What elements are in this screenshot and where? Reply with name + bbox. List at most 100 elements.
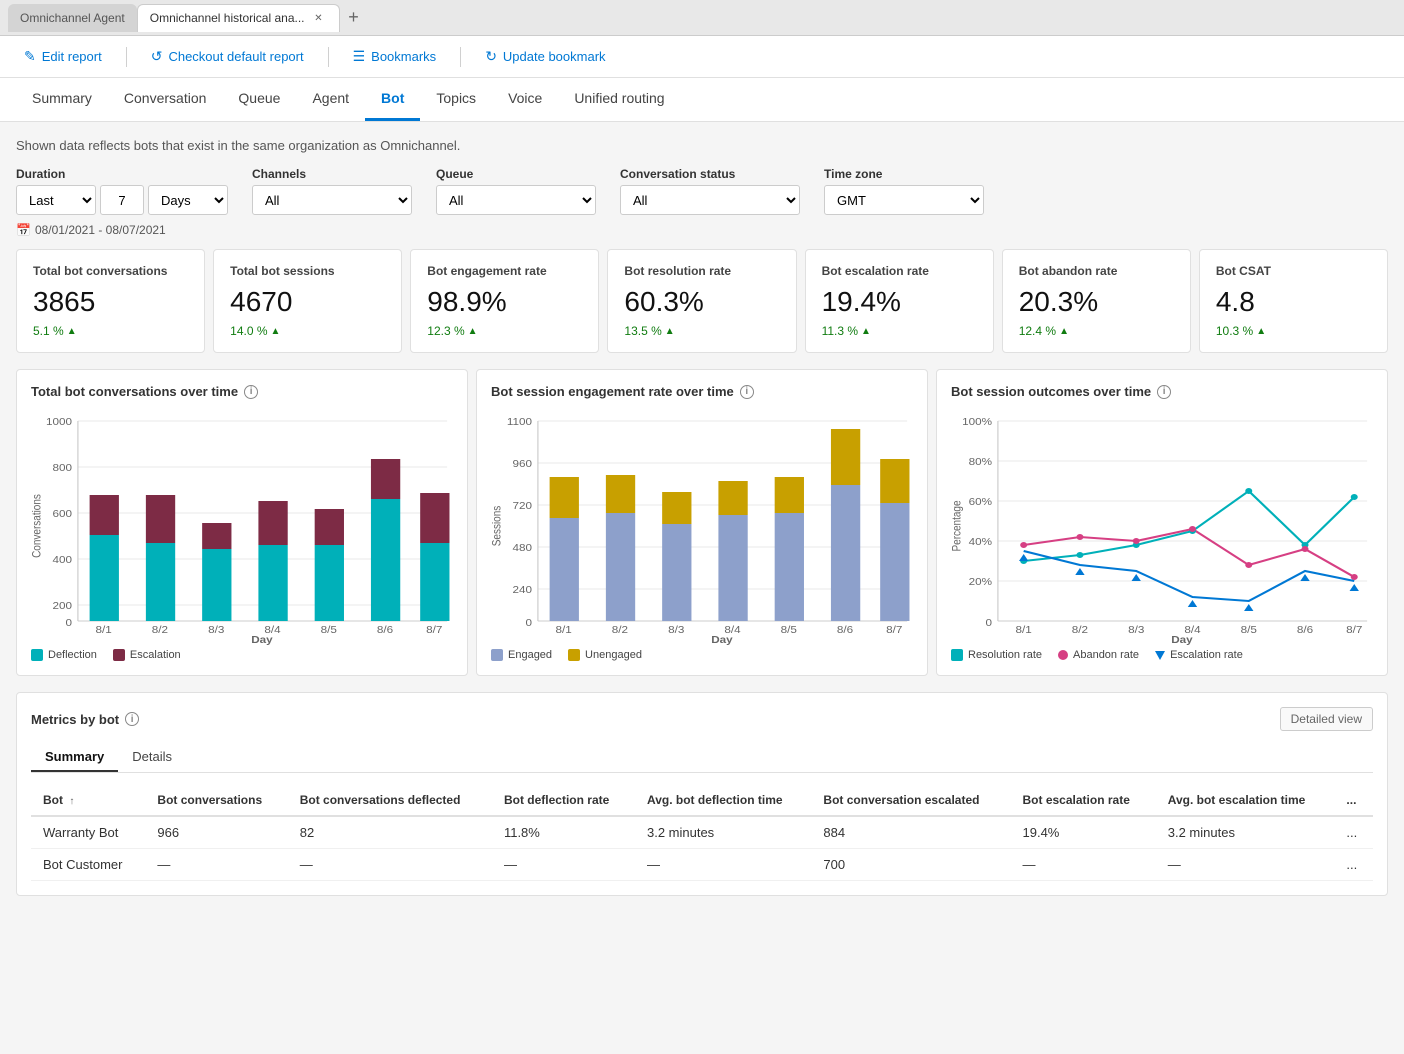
- duration-label: Duration: [16, 167, 228, 181]
- col-bot[interactable]: Bot ↑: [31, 785, 145, 816]
- nav-tab-agent[interactable]: Agent: [296, 78, 365, 121]
- bookmarks-button[interactable]: ☰ Bookmarks: [345, 44, 445, 69]
- nav-tab-conversation[interactable]: Conversation: [108, 78, 223, 121]
- col-avg-bot-deflection-time[interactable]: Avg. bot deflection time: [635, 785, 811, 816]
- info-icon[interactable]: i: [244, 385, 258, 399]
- svg-text:8/7: 8/7: [1346, 625, 1362, 636]
- svg-text:1100: 1100: [507, 417, 532, 428]
- channels-select[interactable]: All: [252, 185, 412, 215]
- nav-tab-queue[interactable]: Queue: [222, 78, 296, 121]
- kpi-value: 20.3%: [1019, 286, 1174, 318]
- legend-label: Escalation: [130, 649, 181, 661]
- svg-text:8/1: 8/1: [556, 625, 572, 636]
- tab-close-icon[interactable]: ✕: [311, 10, 327, 26]
- checkout-default-label: Checkout default report: [168, 49, 303, 64]
- info-icon[interactable]: i: [125, 712, 139, 726]
- filter-queue: Queue All: [436, 167, 596, 215]
- chart-title: Bot session outcomes over time i: [951, 384, 1373, 399]
- chart-legend: Deflection Escalation: [31, 649, 453, 661]
- legend-engaged: Engaged: [491, 649, 552, 661]
- nav-tab-topics[interactable]: Topics: [420, 78, 492, 121]
- toolbar-divider-3: [460, 47, 461, 67]
- svg-text:8/6: 8/6: [837, 625, 853, 636]
- svg-text:8/6: 8/6: [1297, 625, 1313, 636]
- metrics-title: Metrics by bot i: [31, 712, 139, 727]
- kpi-total-bot-sessions: Total bot sessions 4670 14.0 % ▲: [213, 249, 402, 353]
- legend-abandon-rate: Abandon rate: [1058, 649, 1139, 661]
- svg-text:0: 0: [66, 618, 73, 629]
- legend-color: [31, 649, 43, 661]
- col-avg-bot-escalation-time[interactable]: Avg. bot escalation time: [1156, 785, 1335, 816]
- duration-unit-select[interactable]: Days: [148, 185, 228, 215]
- chart-area: 1000 800 600 400 200 0: [31, 411, 453, 641]
- svg-text:Day: Day: [711, 635, 732, 646]
- kpi-bot-abandon-rate: Bot abandon rate 20.3% 12.4 % ▲: [1002, 249, 1191, 353]
- kpi-value: 3865: [33, 286, 188, 318]
- col-more: ...: [1334, 785, 1373, 816]
- cell-more: ...: [1334, 849, 1373, 881]
- duration-inputs: Last Days: [16, 185, 228, 215]
- update-bookmark-button[interactable]: ↻ Update bookmark: [477, 44, 613, 69]
- cell-bot-name: Warranty Bot: [31, 816, 145, 849]
- cell-avg-escalation: 3.2 minutes: [1156, 816, 1335, 849]
- sub-tab-details[interactable]: Details: [118, 743, 186, 772]
- nav-tab-summary[interactable]: Summary: [16, 78, 108, 121]
- timezone-select[interactable]: GMT: [824, 185, 984, 215]
- nav-tab-unified-routing[interactable]: Unified routing: [558, 78, 680, 121]
- info-icon[interactable]: i: [740, 385, 754, 399]
- svg-text:Percentage: Percentage: [951, 500, 964, 551]
- chart-bot-session-engagement: Bot session engagement rate over time i …: [476, 369, 928, 676]
- cell-deflection-rate: 11.8%: [492, 816, 635, 849]
- chart-title: Total bot conversations over time i: [31, 384, 453, 399]
- nav-tab-voice[interactable]: Voice: [492, 78, 558, 121]
- svg-text:Day: Day: [251, 635, 272, 646]
- filter-channels: Channels All: [252, 167, 412, 215]
- up-arrow-icon: ▲: [665, 326, 675, 337]
- svg-text:200: 200: [52, 601, 72, 612]
- detailed-view-button[interactable]: Detailed view: [1280, 707, 1373, 731]
- kpi-title: Bot escalation rate: [822, 264, 977, 278]
- svg-text:8/7: 8/7: [426, 625, 442, 636]
- col-bot-conversation-escalated[interactable]: Bot conversation escalated: [811, 785, 1010, 816]
- date-range-text: 08/01/2021 - 08/07/2021: [35, 223, 166, 237]
- kpi-title: Total bot sessions: [230, 264, 385, 278]
- toolbar: ✎ Edit report ↺ Checkout default report …: [0, 36, 1404, 78]
- svg-text:8/1: 8/1: [1016, 625, 1032, 636]
- conversation-status-label: Conversation status: [620, 167, 800, 181]
- cell-escalation-rate: —: [1011, 849, 1156, 881]
- col-bot-conversations[interactable]: Bot conversations: [145, 785, 287, 816]
- col-bot-escalation-rate[interactable]: Bot escalation rate: [1011, 785, 1156, 816]
- filter-timezone: Time zone GMT: [824, 167, 984, 215]
- col-bot-conversations-deflected[interactable]: Bot conversations deflected: [288, 785, 492, 816]
- duration-period-select[interactable]: Last: [16, 185, 96, 215]
- tab-add-button[interactable]: +: [340, 4, 368, 32]
- filter-conversation-status: Conversation status All: [620, 167, 800, 215]
- kpi-value: 60.3%: [624, 286, 779, 318]
- tab-omnichannel-historical[interactable]: Omnichannel historical ana... ✕: [137, 4, 340, 32]
- toolbar-divider-1: [126, 47, 127, 67]
- legend-escalation: Escalation: [113, 649, 181, 661]
- legend-label: Escalation rate: [1170, 649, 1243, 661]
- col-bot-deflection-rate[interactable]: Bot deflection rate: [492, 785, 635, 816]
- svg-text:8/2: 8/2: [152, 625, 168, 636]
- nav-tab-bot[interactable]: Bot: [365, 78, 420, 121]
- tab-omnichannel-agent[interactable]: Omnichannel Agent: [8, 4, 137, 32]
- checkout-default-button[interactable]: ↺ Checkout default report: [143, 44, 312, 69]
- sub-tab-summary[interactable]: Summary: [31, 743, 118, 772]
- legend-deflection: Deflection: [31, 649, 97, 661]
- conversation-status-select[interactable]: All: [620, 185, 800, 215]
- chart-title: Bot session engagement rate over time i: [491, 384, 913, 399]
- kpi-row: Total bot conversations 3865 5.1 % ▲ Tot…: [16, 249, 1388, 353]
- legend-label: Abandon rate: [1073, 649, 1139, 661]
- duration-value-input[interactable]: [100, 185, 144, 215]
- chart-svg: 100% 80% 60% 40% 20% 0: [951, 411, 1373, 641]
- queue-select[interactable]: All: [436, 185, 596, 215]
- edit-report-button[interactable]: ✎ Edit report: [16, 44, 110, 69]
- metrics-header: Metrics by bot i Detailed view: [31, 707, 1373, 731]
- timezone-label: Time zone: [824, 167, 984, 181]
- kpi-value: 4.8: [1216, 286, 1371, 318]
- svg-text:8/5: 8/5: [781, 625, 797, 636]
- info-icon[interactable]: i: [1157, 385, 1171, 399]
- metrics-table: Bot ↑ Bot conversations Bot conversation…: [31, 785, 1373, 881]
- svg-text:0: 0: [526, 618, 533, 629]
